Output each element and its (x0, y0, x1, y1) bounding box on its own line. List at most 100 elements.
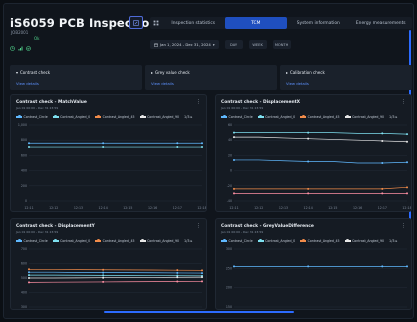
more-menu-icon[interactable]: ⋮ (401, 223, 406, 229)
data-point[interactable] (28, 281, 30, 284)
data-point[interactable] (406, 161, 408, 164)
legend-item[interactable]: Contrast_Angled_0 (257, 115, 295, 119)
tab-energy-measurements[interactable]: Energy measurements (350, 17, 413, 29)
chart-title: Contrast check - MatchValue (16, 100, 87, 105)
legend-item[interactable]: Contrast_Angled_0 (52, 115, 90, 119)
data-point[interactable] (307, 160, 310, 163)
y-tick-label: 200 (226, 286, 232, 290)
legend-item[interactable]: Contrast_Circle (16, 115, 48, 119)
data-point[interactable] (176, 276, 179, 279)
data-point[interactable] (28, 274, 30, 277)
date-range-label: Jan 1, 2024 - Dec 31, 2024 (160, 42, 211, 47)
data-point[interactable] (28, 277, 30, 279)
data-point[interactable] (233, 158, 235, 161)
data-point[interactable] (201, 276, 203, 279)
data-point[interactable] (102, 142, 105, 145)
tab-tcm[interactable]: TCM (224, 17, 287, 29)
data-point[interactable] (201, 272, 203, 275)
data-point[interactable] (201, 269, 203, 272)
data-point[interactable] (233, 131, 235, 134)
view-details-link[interactable]: View details (16, 81, 39, 86)
data-point[interactable] (233, 192, 235, 195)
range-week-button[interactable]: WEEK (248, 40, 267, 49)
data-point[interactable] (102, 268, 105, 271)
data-point[interactable] (406, 140, 408, 143)
more-menu-icon[interactable]: ⋮ (401, 99, 406, 105)
range-month-button[interactable]: MONTH (272, 40, 291, 49)
data-point[interactable] (233, 265, 235, 268)
horizontal-scrollbar[interactable] (104, 311, 294, 313)
data-point[interactable] (201, 142, 203, 145)
data-point[interactable] (307, 265, 310, 268)
tab-system-information[interactable]: System information (287, 17, 350, 29)
data-point[interactable] (307, 131, 310, 134)
chart-title: Contrast check - DisplacementX (221, 100, 301, 105)
data-point[interactable] (381, 132, 384, 135)
legend-item[interactable]: Contrast_Angled_90 (344, 115, 384, 119)
legend-item[interactable]: Contrast_Angled_90 (344, 239, 384, 243)
legend-item[interactable]: Contrast_Angled_90 (139, 239, 179, 243)
data-point[interactable] (406, 133, 408, 136)
check-card-grey-value[interactable]: ▸ Grey value check View details (145, 65, 277, 90)
legend-page-indicator[interactable]: 1/3 ▸ (184, 115, 192, 119)
data-point[interactable] (307, 192, 310, 195)
legend-item[interactable]: Contrast_Angled_45 (95, 239, 135, 243)
date-range-picker[interactable]: Jan 1, 2024 - Dec 31, 2024 ▾ (150, 40, 219, 49)
data-point[interactable] (102, 146, 105, 149)
legend-item[interactable]: Contrast_Angled_0 (52, 239, 90, 243)
data-point[interactable] (381, 187, 384, 190)
more-menu-icon[interactable]: ⋮ (196, 99, 201, 105)
legend-item[interactable]: Contrast_Circle (221, 239, 253, 243)
data-point[interactable] (406, 186, 408, 189)
data-point[interactable] (201, 146, 203, 149)
legend-page-indicator[interactable]: 1/3 ▸ (389, 115, 397, 119)
data-point[interactable] (176, 269, 179, 272)
data-point[interactable] (176, 146, 179, 149)
x-tick-label: 12:15 (328, 206, 337, 210)
legend-item[interactable]: Contrast_Circle (221, 115, 253, 119)
chart-svg: 1,000 800 600 400 200 0 12:11 12:12 12:13 12:14 12… (18, 123, 206, 210)
data-point[interactable] (307, 187, 310, 190)
check-card-contrast[interactable]: ▾ Contrast check View details (10, 65, 142, 90)
data-point[interactable] (28, 271, 30, 274)
legend-item[interactable]: Contrast_Angled_45 (300, 115, 340, 119)
legend-item[interactable]: Contrast_Angled_0 (257, 239, 295, 243)
check-cards: ▾ Contrast check View details ▸ Grey value… (10, 65, 412, 90)
data-point[interactable] (201, 280, 203, 283)
data-point[interactable] (406, 192, 408, 195)
data-point[interactable] (28, 146, 30, 149)
data-point[interactable] (233, 187, 235, 190)
data-point[interactable] (176, 280, 179, 283)
legend-page-indicator[interactable]: 1/3 ▸ (389, 239, 397, 243)
data-point[interactable] (381, 139, 384, 142)
data-point[interactable] (102, 280, 105, 283)
legend-item[interactable]: Contrast_Angled_45 (95, 115, 135, 119)
view-details-link[interactable]: View details (286, 81, 309, 86)
legend-page-indicator[interactable]: 1/3 ▸ (184, 239, 192, 243)
legend-label: Contrast_Angled_90 (147, 115, 180, 119)
data-point[interactable] (28, 142, 30, 145)
data-point[interactable] (176, 142, 179, 145)
data-point[interactable] (28, 268, 30, 271)
check-card-calibration[interactable]: ▸ Calibration check View details (280, 65, 412, 90)
legend-item[interactable]: Contrast_Circle (16, 239, 48, 243)
view-details-link[interactable]: View details (151, 81, 174, 86)
x-tick-label: 12:13 (74, 206, 83, 210)
data-point[interactable] (102, 274, 105, 277)
legend-item[interactable]: Contrast_Angled_45 (300, 239, 340, 243)
data-point[interactable] (406, 265, 408, 268)
data-point[interactable] (381, 192, 384, 195)
grid-icon[interactable] (150, 17, 162, 29)
data-point[interactable] (381, 162, 384, 164)
tab-inspection-statistics[interactable]: Inspection statistics (162, 17, 225, 29)
more-menu-icon[interactable]: ⋮ (196, 223, 201, 229)
data-point[interactable] (102, 271, 105, 274)
legend-item[interactable]: Contrast_Angled_90 (139, 115, 180, 119)
data-point[interactable] (381, 265, 384, 268)
data-point[interactable] (176, 271, 179, 274)
edit-layout-button[interactable] (129, 16, 143, 29)
data-point[interactable] (233, 136, 235, 139)
data-point[interactable] (307, 137, 310, 140)
data-point[interactable] (102, 276, 105, 279)
range-day-button[interactable]: DAY (224, 40, 243, 49)
